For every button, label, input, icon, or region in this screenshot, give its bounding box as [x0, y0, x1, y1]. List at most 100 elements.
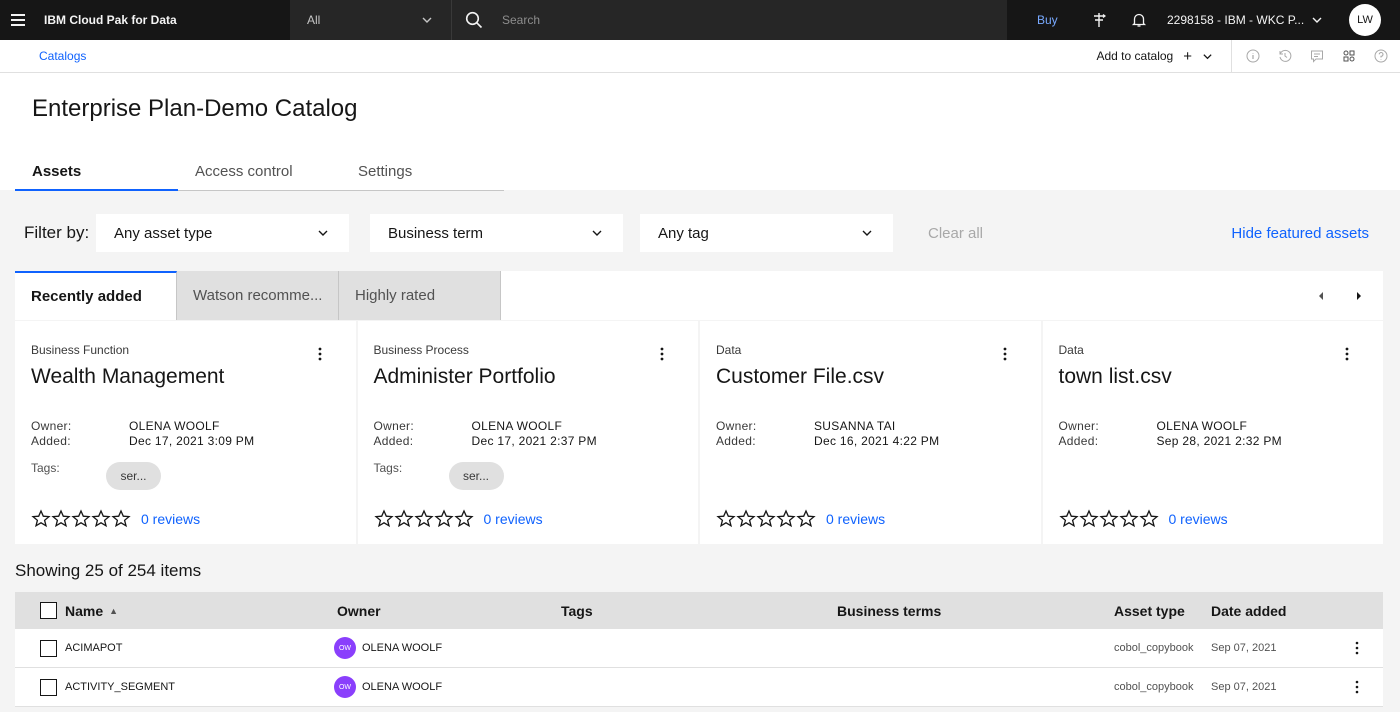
- row-name[interactable]: ACTIVITY_SEGMENT: [65, 681, 175, 693]
- star-icon[interactable]: [453, 509, 474, 529]
- search-scope-dropdown[interactable]: All: [290, 0, 452, 40]
- buy-link[interactable]: Buy: [1037, 13, 1079, 27]
- star-icon[interactable]: [393, 509, 414, 529]
- column-asset-type[interactable]: Asset type: [1114, 603, 1211, 619]
- star-icon[interactable]: [1118, 509, 1139, 529]
- table-row[interactable]: ACIMAPOT OW OLENA WOOLF cobol_copybook S…: [15, 629, 1383, 668]
- owner-avatar: OW: [334, 676, 356, 698]
- help-icon[interactable]: [1372, 47, 1390, 65]
- card-title[interactable]: Wealth Management: [31, 365, 340, 389]
- row-name[interactable]: ACIMAPOT: [65, 642, 122, 654]
- asset-card[interactable]: Data town list.csv Owner: OLENA WOOLF Add…: [1042, 321, 1383, 544]
- card-added: Dec 17, 2021 3:09 PM: [129, 434, 255, 448]
- comment-icon[interactable]: [1308, 47, 1326, 65]
- star-icon[interactable]: [776, 509, 796, 529]
- column-name[interactable]: Name: [65, 603, 103, 619]
- asset-card[interactable]: Business Function Wealth Management Owne…: [15, 321, 356, 544]
- column-date-added[interactable]: Date added: [1211, 603, 1331, 619]
- account-switcher[interactable]: 2298158 - IBM - WKC P...: [1167, 13, 1335, 27]
- star-rating: 0 reviews: [716, 509, 885, 529]
- apps-icon[interactable]: [1340, 47, 1358, 65]
- reviews-link[interactable]: 0 reviews: [1169, 511, 1228, 527]
- hide-featured-assets-link[interactable]: Hide featured assets: [1231, 225, 1369, 242]
- table-row[interactable]: ACTIVITY_SEGMENT OW OLENA WOOLF cobol_co…: [15, 668, 1383, 707]
- star-icon[interactable]: [1078, 509, 1099, 529]
- card-title[interactable]: Administer Portfolio: [374, 365, 683, 389]
- star-icon[interactable]: [31, 509, 51, 529]
- star-icon[interactable]: [91, 509, 111, 529]
- pin-icon[interactable]: [1079, 0, 1119, 40]
- item-count: Showing 25 of 254 items: [15, 561, 202, 580]
- owner-avatar: OW: [334, 637, 356, 659]
- tab-access-control[interactable]: Access control: [178, 155, 341, 191]
- asset-card[interactable]: Data Customer File.csv Owner: SUSANNA TAI…: [700, 321, 1041, 544]
- tag-pill[interactable]: ser...: [448, 462, 504, 490]
- history-icon[interactable]: [1276, 47, 1294, 65]
- card-title[interactable]: Customer File.csv: [716, 365, 1025, 389]
- owner-label: Owner:: [373, 419, 414, 433]
- brand-name[interactable]: IBM Cloud Pak for Data: [44, 13, 290, 27]
- add-to-catalog-label: Add to catalog: [1096, 49, 1174, 63]
- tab-recently-added[interactable]: Recently added: [15, 271, 177, 320]
- add-to-catalog-button[interactable]: Add to catalog +: [1096, 39, 1232, 73]
- overflow-menu-icon[interactable]: [1355, 680, 1359, 694]
- star-icon[interactable]: [413, 509, 434, 529]
- breadcrumb-catalogs[interactable]: Catalogs: [39, 49, 86, 63]
- chevron-down-icon: [318, 230, 328, 236]
- star-icon[interactable]: [1058, 509, 1079, 529]
- user-avatar[interactable]: LW: [1349, 4, 1381, 36]
- card-asset-type: Business Function: [31, 343, 130, 357]
- business-term-value: Business term: [388, 224, 484, 242]
- tab-highly-rated[interactable]: Highly rated: [339, 271, 501, 320]
- info-icon[interactable]: [1244, 47, 1262, 65]
- star-icon[interactable]: [756, 509, 776, 529]
- menu-icon[interactable]: [0, 0, 36, 40]
- select-all-checkbox[interactable]: [40, 602, 57, 619]
- business-term-dropdown[interactable]: Business term: [370, 214, 623, 252]
- sort-icon[interactable]: ▲: [109, 606, 118, 616]
- clear-all-button[interactable]: Clear all: [928, 225, 983, 242]
- reviews-link[interactable]: 0 reviews: [484, 511, 543, 527]
- star-icon[interactable]: [796, 509, 816, 529]
- star-icon[interactable]: [1138, 509, 1159, 529]
- filter-label: Filter by:: [24, 223, 90, 242]
- tab-assets[interactable]: Assets: [15, 155, 178, 191]
- card-owner: SUSANNA TAI: [814, 419, 896, 433]
- caret-left-icon[interactable]: [1317, 291, 1325, 301]
- star-icon[interactable]: [1098, 509, 1119, 529]
- tag-dropdown[interactable]: Any tag: [640, 214, 893, 252]
- reviews-link[interactable]: 0 reviews: [141, 511, 200, 527]
- added-label: Added:: [716, 434, 756, 448]
- search-input[interactable]: [502, 13, 982, 27]
- column-tags[interactable]: Tags: [561, 603, 837, 619]
- star-icon[interactable]: [111, 509, 131, 529]
- column-business-terms[interactable]: Business terms: [837, 603, 1114, 619]
- star-icon[interactable]: [433, 509, 454, 529]
- asset-type-dropdown[interactable]: Any asset type: [96, 214, 349, 252]
- caret-right-icon[interactable]: [1355, 291, 1363, 301]
- overflow-menu-icon[interactable]: [1355, 641, 1359, 655]
- owner-label: Owner:: [1058, 419, 1099, 433]
- overflow-menu-icon[interactable]: [660, 347, 664, 361]
- overflow-menu-icon[interactable]: [1345, 347, 1349, 361]
- overflow-menu-icon[interactable]: [1003, 347, 1007, 361]
- star-icon[interactable]: [71, 509, 91, 529]
- star-icon[interactable]: [51, 509, 71, 529]
- tag-pill[interactable]: ser...: [106, 462, 161, 490]
- star-icon[interactable]: [716, 509, 736, 529]
- notification-icon[interactable]: [1119, 0, 1159, 40]
- star-icon[interactable]: [736, 509, 756, 529]
- star-icon[interactable]: [373, 509, 394, 529]
- column-owner[interactable]: Owner: [337, 603, 561, 619]
- row-checkbox[interactable]: [40, 678, 57, 696]
- row-checkbox[interactable]: [40, 639, 57, 657]
- card-title[interactable]: town list.csv: [1059, 365, 1368, 389]
- search-icon[interactable]: [452, 0, 496, 40]
- overflow-menu-icon[interactable]: [318, 347, 322, 361]
- card-added: Sep 28, 2021 2:32 PM: [1156, 434, 1282, 448]
- chevron-down-icon: [1312, 17, 1322, 23]
- tab-watson-recommended[interactable]: Watson recomme...: [177, 271, 339, 320]
- reviews-link[interactable]: 0 reviews: [826, 511, 885, 527]
- tab-settings[interactable]: Settings: [341, 155, 504, 191]
- asset-card[interactable]: Business Process Administer Portfolio Ow…: [357, 321, 698, 544]
